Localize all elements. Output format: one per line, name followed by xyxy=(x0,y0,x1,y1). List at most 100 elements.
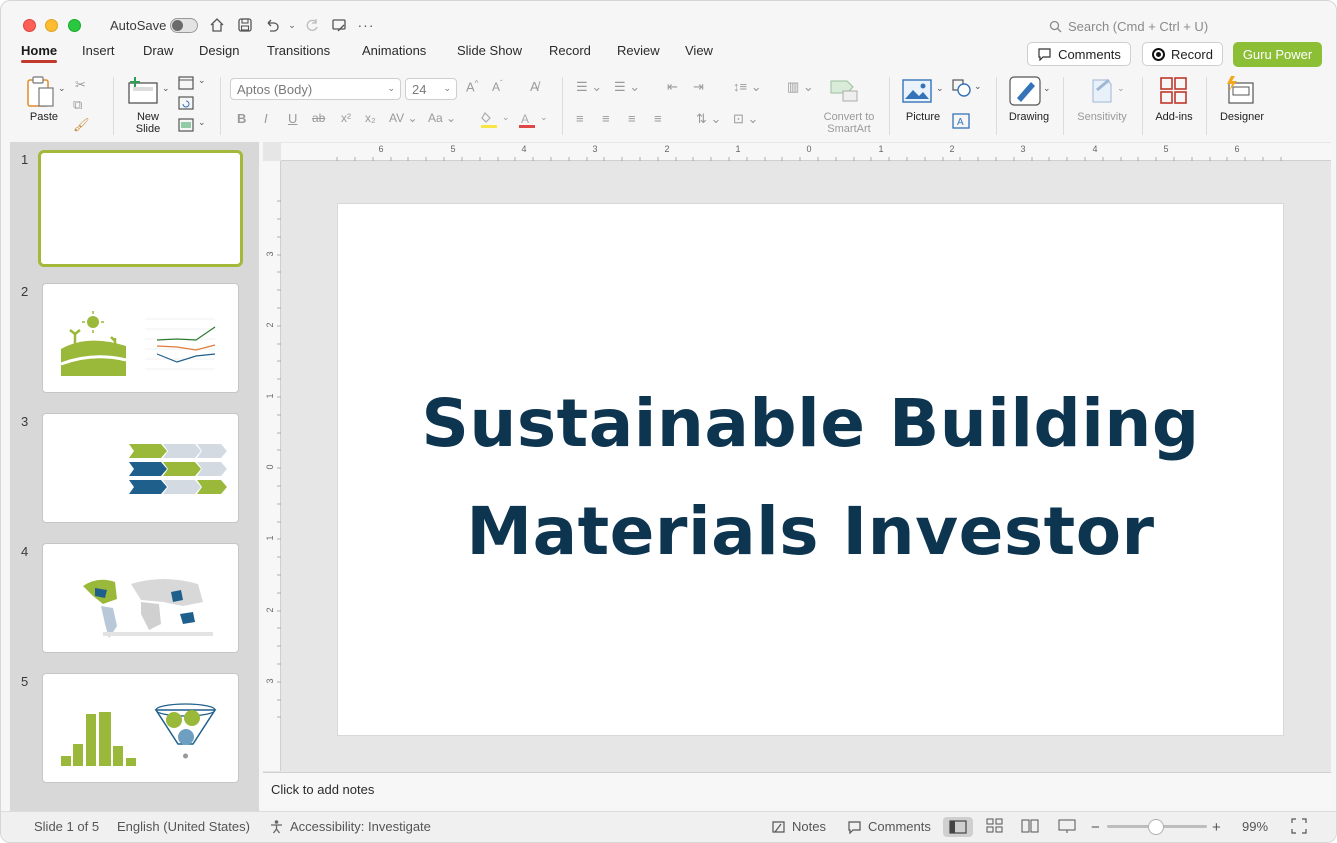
numbering-icon[interactable]: ☰ ⌄ xyxy=(614,79,640,95)
tab-design[interactable]: Design xyxy=(199,43,239,58)
columns-icon[interactable]: ▥ ⌄ xyxy=(787,79,814,95)
language-status[interactable]: English (United States) xyxy=(117,819,250,834)
tab-view[interactable]: View xyxy=(685,43,713,58)
decrease-indent-icon[interactable]: ⇤ xyxy=(667,79,678,95)
picture-icon[interactable] xyxy=(902,79,932,106)
zoom-out-icon[interactable]: − xyxy=(1091,819,1100,836)
addins-icon[interactable] xyxy=(1159,76,1189,109)
tab-insert[interactable]: Insert xyxy=(82,43,115,58)
font-color-chevron-icon[interactable]: ⌄ xyxy=(540,112,548,123)
current-slide-canvas[interactable]: Sustainable Building Materials Investor xyxy=(337,203,1284,736)
picture-chevron-icon[interactable]: ⌄ xyxy=(936,83,944,94)
guru-power-button[interactable]: Guru Power xyxy=(1233,42,1322,67)
comments-toggle-button[interactable]: Comments xyxy=(847,819,931,834)
text-box-icon[interactable]: A xyxy=(952,113,970,132)
layout-icon[interactable] xyxy=(178,76,194,93)
align-right-icon[interactable]: ≡ xyxy=(628,111,636,126)
tab-transitions[interactable]: Transitions xyxy=(267,43,330,58)
slide-thumbnail-2[interactable] xyxy=(42,283,239,393)
save-icon[interactable] xyxy=(235,15,255,35)
align-text-icon[interactable]: ⊡ ⌄ xyxy=(733,111,758,127)
close-window-button[interactable] xyxy=(23,19,36,32)
autosave-toggle[interactable] xyxy=(170,18,198,33)
redo-icon[interactable] xyxy=(302,15,322,35)
slide-thumbnail-3[interactable] xyxy=(42,413,239,523)
tab-review[interactable]: Review xyxy=(617,43,660,58)
drawing-chevron-icon[interactable]: ⌄ xyxy=(1043,83,1051,94)
more-options-icon[interactable]: ··· xyxy=(356,15,376,35)
shapes-icon[interactable] xyxy=(952,79,972,100)
notes-pane[interactable]: Click to add notes xyxy=(263,772,1331,810)
increase-indent-icon[interactable]: ⇥ xyxy=(693,79,704,95)
home-icon[interactable] xyxy=(207,15,227,35)
undo-dropdown-chevron-icon[interactable]: ⌄ xyxy=(282,15,302,35)
shapes-chevron-icon[interactable]: ⌄ xyxy=(974,81,982,92)
svg-text:3: 3 xyxy=(1020,144,1025,154)
search-box[interactable]: Search (Cmd + Ctrl + U) xyxy=(1049,19,1208,34)
change-case-icon[interactable]: Aa ⌄ xyxy=(428,111,456,125)
slide-thumbnail-5[interactable] xyxy=(42,673,239,783)
reset-slide-icon[interactable] xyxy=(178,96,194,113)
justify-icon[interactable]: ≡ xyxy=(654,111,662,126)
subscript-icon[interactable]: x₂ xyxy=(365,111,376,125)
align-left-icon[interactable]: ≡ xyxy=(576,111,584,126)
accessibility-status[interactable]: Accessibility: Investigate xyxy=(269,819,431,834)
font-name-select[interactable]: Aptos (Body) ⌄ xyxy=(230,78,401,100)
decrease-font-size-icon[interactable]: Aˇ xyxy=(492,79,503,94)
highlight-chevron-icon[interactable]: ⌄ xyxy=(502,112,510,123)
cut-icon[interactable]: ✂ xyxy=(75,77,86,93)
tab-slide-show[interactable]: Slide Show xyxy=(457,43,522,58)
slide-thumbnail-1[interactable] xyxy=(38,150,243,267)
font-color-icon[interactable]: A xyxy=(518,111,538,132)
underline-icon[interactable]: U xyxy=(288,111,297,126)
sensitivity-chevron-icon[interactable]: ⌄ xyxy=(1117,83,1125,94)
tab-animations[interactable]: Animations xyxy=(362,43,426,58)
italic-icon[interactable]: I xyxy=(264,111,268,126)
paste-icon[interactable] xyxy=(25,75,61,112)
superscript-icon[interactable]: x² xyxy=(341,111,351,125)
copy-icon[interactable]: ⧉ xyxy=(73,97,82,113)
strikethrough-icon[interactable]: ab xyxy=(312,111,325,125)
tab-draw[interactable]: Draw xyxy=(143,43,173,58)
character-spacing-icon[interactable]: AV ⌄ xyxy=(389,111,418,125)
slide-thumbnail-4[interactable] xyxy=(42,543,239,653)
normal-view-button[interactable] xyxy=(943,817,973,837)
drawing-icon[interactable] xyxy=(1009,76,1041,109)
increase-font-size-icon[interactable]: A^ xyxy=(466,79,478,94)
notes-toggle-button[interactable]: Notes xyxy=(771,819,826,834)
new-slide-dropdown-chevron-icon[interactable]: ⌄ xyxy=(162,83,170,94)
align-center-icon[interactable]: ≡ xyxy=(602,111,610,126)
paste-dropdown-chevron-icon[interactable]: ⌄ xyxy=(58,83,66,94)
new-slide-icon[interactable] xyxy=(127,75,161,108)
maximize-window-button[interactable] xyxy=(68,19,81,32)
reading-view-icon[interactable] xyxy=(1021,818,1039,837)
undo-icon[interactable] xyxy=(262,15,282,35)
section-icon[interactable] xyxy=(178,118,194,135)
font-size-select[interactable]: 24 ⌄ xyxy=(405,78,457,100)
bullets-icon[interactable]: ☰ ⌄ xyxy=(576,79,602,95)
tab-record[interactable]: Record xyxy=(549,43,591,58)
bold-icon[interactable]: B xyxy=(237,111,246,126)
designer-icon[interactable] xyxy=(1225,75,1257,108)
comments-button[interactable]: Comments xyxy=(1027,42,1131,66)
line-spacing-icon[interactable]: ↕≡ ⌄ xyxy=(733,79,762,95)
smartart-icon[interactable] xyxy=(829,77,859,106)
zoom-in-icon[interactable]: + xyxy=(1212,819,1221,836)
layout-chevron-icon[interactable]: ⌄ xyxy=(198,75,206,86)
minimize-window-button[interactable] xyxy=(45,19,58,32)
format-painter-icon[interactable]: 🖌 xyxy=(73,117,90,133)
highlight-icon[interactable] xyxy=(480,111,502,132)
tab-home[interactable]: Home xyxy=(21,43,58,63)
sensitivity-icon[interactable] xyxy=(1087,76,1115,109)
present-icon[interactable] xyxy=(329,15,349,35)
slideshow-view-icon[interactable] xyxy=(1058,818,1076,837)
slide-title[interactable]: Sustainable Building Materials Investor xyxy=(338,370,1283,586)
slide-sorter-view-icon[interactable] xyxy=(986,818,1004,837)
section-chevron-icon[interactable]: ⌄ xyxy=(198,117,206,128)
fit-to-window-icon[interactable] xyxy=(1291,818,1307,837)
text-direction-icon[interactable]: ⇅ ⌄ xyxy=(696,111,721,127)
record-button[interactable]: Record xyxy=(1142,42,1223,66)
zoom-slider-handle[interactable] xyxy=(1148,819,1164,835)
clear-formatting-icon[interactable]: A̸ xyxy=(530,79,539,94)
zoom-level[interactable]: 99% xyxy=(1242,819,1268,834)
